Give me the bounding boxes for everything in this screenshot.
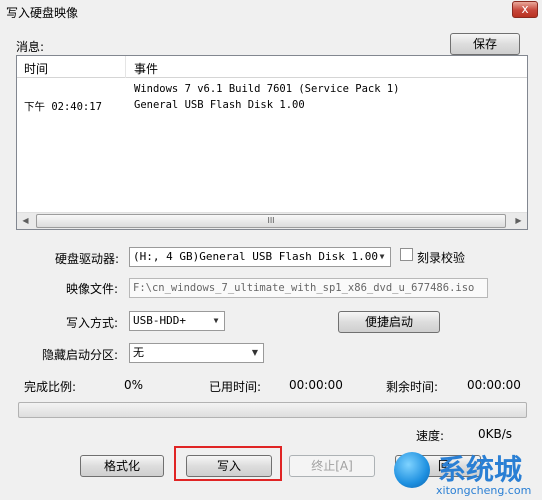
chevron-down-icon: ▼ — [379, 252, 385, 261]
elapsed-label: 已用时间: — [209, 380, 262, 394]
remaining-label: 剩余时间: — [386, 380, 439, 394]
write-method-label: 写入方式: — [66, 316, 119, 330]
write-method-select[interactable]: USB-HDD+ ▼ — [129, 311, 225, 331]
close-icon: x — [521, 2, 529, 16]
stop-button[interactable]: 终止[A] — [289, 455, 375, 477]
horizontal-scrollbar[interactable]: ◀ III ▶ — [17, 212, 527, 229]
list-cell-event: Windows 7 v6.1 Build 7601 (Service Pack … — [134, 83, 400, 95]
thumb-grip: III — [267, 216, 275, 225]
drive-select[interactable]: (H:, 4 GB)General USB Flash Disk 1.00 ▼ — [129, 247, 391, 267]
list-header: 时间 事件 — [17, 56, 527, 78]
column-header-time[interactable]: 时间 — [24, 60, 48, 77]
image-file-field[interactable]: F:\cn_windows_7_ultimate_with_sp1_x86_dv… — [129, 278, 488, 298]
elapsed-value: 00:00:00 — [289, 378, 343, 392]
globe-icon — [394, 452, 430, 488]
scroll-left-icon[interactable]: ◀ — [17, 213, 34, 229]
watermark: 系统城 xitongcheng.com — [392, 446, 542, 500]
title-bar: 写入硬盘映像 x — [0, 0, 542, 24]
hidden-partition-value: 无 — [133, 346, 144, 359]
drive-value: (H:, 4 GB)General USB Flash Disk 1.00 — [133, 250, 379, 263]
window-title: 写入硬盘映像 — [6, 6, 79, 20]
format-button[interactable]: 格式化 — [80, 455, 164, 477]
image-file-label: 映像文件: — [66, 282, 119, 296]
highlight-box — [174, 446, 282, 481]
column-separator — [125, 56, 126, 78]
speed-label: 速度: — [416, 429, 445, 443]
message-list[interactable]: 时间 事件 Windows 7 v6.1 Build 7601 (Service… — [16, 55, 528, 230]
verify-label: 刻录校验 — [417, 251, 466, 265]
messages-label: 消息: — [16, 40, 45, 54]
hidden-partition-label: 隐藏启动分区: — [42, 348, 119, 362]
hidden-partition-select[interactable]: 无 ▼ — [129, 343, 264, 363]
watermark-subtext: xitongcheng.com — [436, 484, 532, 497]
drive-label: 硬盘驱动器: — [55, 252, 120, 266]
verify-checkbox[interactable] — [400, 248, 413, 261]
chevron-down-icon: ▼ — [213, 316, 219, 325]
write-method-value: USB-HDD+ — [133, 314, 186, 327]
list-cell-time: 下午 02:40:17 — [24, 101, 102, 113]
scroll-thumb[interactable]: III — [36, 214, 506, 228]
complete-label: 完成比例: — [24, 380, 77, 394]
progress-bar — [18, 402, 527, 418]
quick-boot-button[interactable]: 便捷启动 — [338, 311, 440, 333]
watermark-text: 系统城 — [438, 453, 523, 486]
complete-value: 0% — [124, 378, 144, 392]
chevron-down-icon: ▼ — [251, 348, 259, 357]
scroll-right-icon[interactable]: ▶ — [510, 213, 527, 229]
speed-value: 0KB/s — [478, 427, 513, 441]
column-header-event[interactable]: 事件 — [134, 60, 158, 77]
list-cell-event: General USB Flash Disk 1.00 — [134, 99, 305, 111]
save-button[interactable]: 保存 — [450, 33, 520, 55]
remaining-value: 00:00:00 — [467, 378, 521, 392]
close-button[interactable]: x — [512, 1, 538, 18]
